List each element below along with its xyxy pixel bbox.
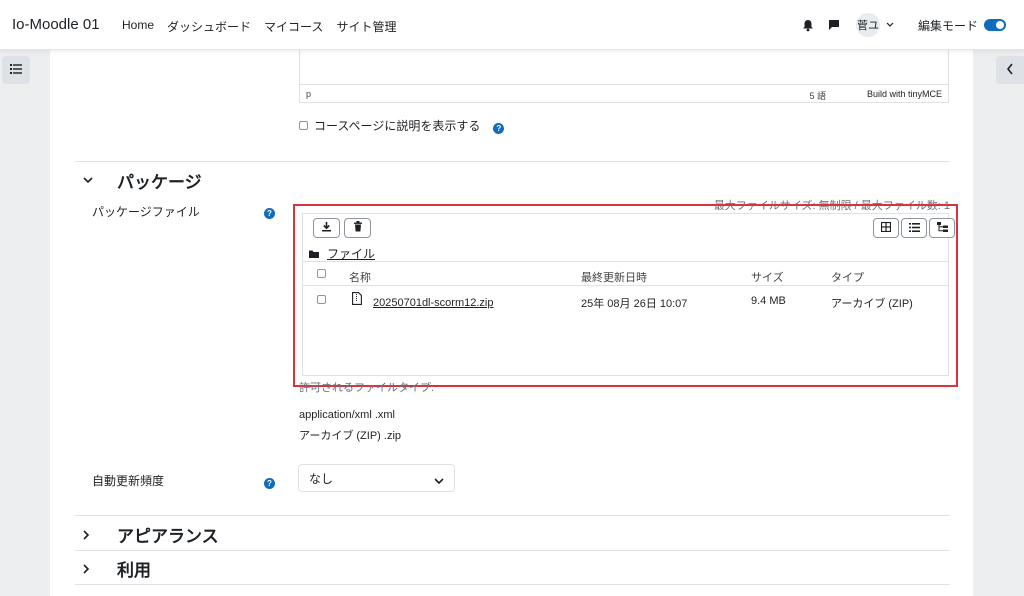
chevron-right-icon xyxy=(83,563,95,574)
section-divider xyxy=(75,550,950,551)
section-title: 利用 xyxy=(117,561,151,580)
nav-site-admin[interactable]: サイト管理 xyxy=(336,18,396,35)
editor-word-count: 5 語 xyxy=(809,91,826,101)
select-all-checkbox[interactable] xyxy=(317,269,326,278)
section-appearance-header[interactable]: アピアランス xyxy=(83,522,219,547)
folder-link[interactable]: ファイル xyxy=(327,245,375,262)
section-availability-header[interactable]: 利用 xyxy=(83,556,151,581)
view-tree-button[interactable] xyxy=(929,218,955,238)
bell-icon[interactable] xyxy=(800,17,816,33)
file-icon xyxy=(352,292,362,308)
chevron-down-icon[interactable] xyxy=(886,22,894,28)
section-divider xyxy=(75,161,950,162)
column-name[interactable]: 名称 xyxy=(349,269,371,285)
tinymce-branding[interactable]: Build with tinyMCE xyxy=(867,89,942,99)
section-package-header[interactable]: パッケージ xyxy=(83,168,202,193)
list-icon xyxy=(908,221,920,235)
help-icon[interactable]: ? xyxy=(493,123,505,134)
site-brand[interactable]: Io-Moodle 01 xyxy=(12,16,100,33)
auto-update-select[interactable]: なし xyxy=(298,464,455,492)
view-icons-button[interactable] xyxy=(873,218,899,238)
tree-icon xyxy=(936,221,948,235)
column-modified[interactable]: 最終更新日時 xyxy=(581,269,647,285)
top-navbar: Io-Moodle 01 Home ダッシュボード マイコース サイト管理 菅ユ… xyxy=(0,0,1024,50)
download-button[interactable] xyxy=(313,218,340,238)
section-divider xyxy=(75,515,950,516)
chevron-down-icon xyxy=(83,177,95,184)
list-icon xyxy=(10,63,22,77)
nav-dashboard[interactable]: ダッシュボード xyxy=(167,18,251,35)
edit-mode-toggle[interactable] xyxy=(984,19,1006,31)
show-description-checkbox[interactable] xyxy=(299,121,308,130)
view-details-button[interactable] xyxy=(901,218,927,238)
show-description-row: コースページに説明を表示する ? xyxy=(299,117,505,134)
delete-button[interactable] xyxy=(344,218,371,238)
primary-nav: Home ダッシュボード マイコース サイト管理 xyxy=(122,18,396,35)
table-row[interactable]: 20250701dl-scorm12.zip 25年 08月 26日 10:07… xyxy=(303,286,948,318)
file-type: アーカイブ (ZIP) xyxy=(831,298,913,310)
allowed-type-item: application/xml .xml xyxy=(299,409,395,421)
file-manager: ファイル 名称 最終更新日時 サイズ タイプ 20250701dl-scorm1… xyxy=(302,213,955,376)
editor-path[interactable]: p xyxy=(306,89,311,99)
file-size: 9.4 MB xyxy=(751,295,786,307)
nav-home[interactable]: Home xyxy=(122,18,154,35)
file-checkbox[interactable] xyxy=(317,295,326,304)
show-description-label[interactable]: コースページに説明を表示する xyxy=(314,117,480,134)
nav-my-courses[interactable]: マイコース xyxy=(264,18,323,35)
grid-icon xyxy=(880,221,892,235)
section-title: パッケージ xyxy=(117,173,202,192)
auto-update-label: 自動更新頻度 xyxy=(92,474,165,488)
chevron-right-icon xyxy=(83,529,95,540)
max-file-size-info: 最大ファイルサイズ: 無制限 / 最大ファイル数: 1 xyxy=(713,200,950,212)
trash-icon xyxy=(353,221,363,235)
file-modified: 25年 08月 26日 10:07 xyxy=(581,298,688,310)
file-breadcrumb: ファイル xyxy=(309,245,375,262)
edit-mode-label: 編集モード xyxy=(917,18,978,33)
help-icon[interactable]: ? xyxy=(264,208,275,219)
file-name-link[interactable]: 20250701dl-scorm12.zip xyxy=(373,297,493,309)
user-avatar[interactable]: 菅ユ xyxy=(855,13,880,37)
section-title: アピアランス xyxy=(117,527,219,546)
download-icon xyxy=(321,221,332,235)
course-index-toggle[interactable] xyxy=(2,56,30,84)
chevron-left-icon xyxy=(1006,63,1014,78)
auto-update-value: なし xyxy=(309,471,334,486)
navbar-right: 菅ユ 編集モード xyxy=(800,13,1006,37)
help-icon[interactable]: ? xyxy=(264,478,275,489)
folder-icon xyxy=(309,247,319,261)
column-size[interactable]: サイズ xyxy=(751,269,784,285)
package-file-label: パッケージファイル xyxy=(92,205,200,219)
editor-statusbar: p 5 語 Build with tinyMCE xyxy=(299,85,949,103)
allowed-types-label: 許可されるファイルタイプ: xyxy=(299,382,435,394)
allowed-type-item: アーカイブ (ZIP) .zip xyxy=(299,430,402,442)
section-divider xyxy=(75,584,950,585)
chevron-down-icon xyxy=(434,474,444,488)
messages-icon[interactable] xyxy=(826,17,842,33)
block-drawer-toggle[interactable] xyxy=(996,56,1024,84)
main-content: p 5 語 Build with tinyMCE コースページに説明を表示する … xyxy=(50,50,973,596)
file-table-header: 名称 最終更新日時 サイズ タイプ xyxy=(303,261,948,286)
column-type[interactable]: タイプ xyxy=(831,269,864,285)
description-editor-area[interactable] xyxy=(299,50,949,85)
